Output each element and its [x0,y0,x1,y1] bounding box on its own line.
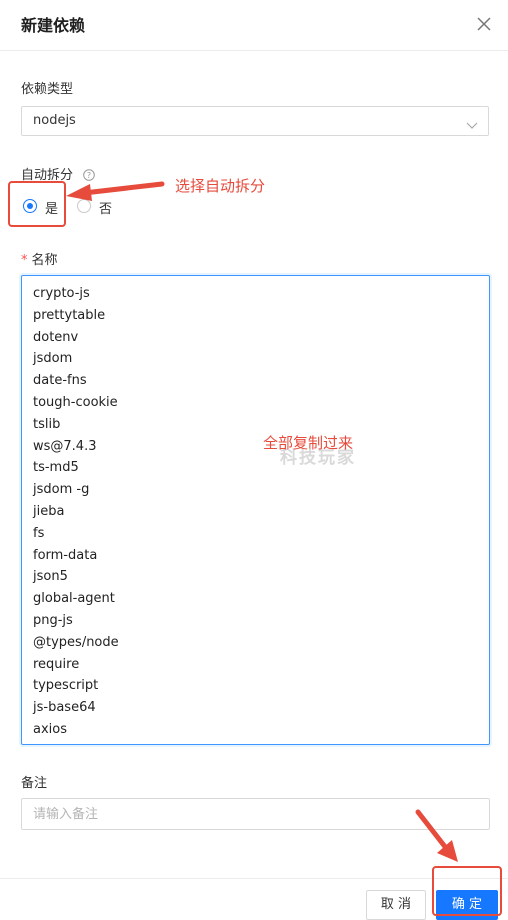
list-item: axios [33,721,67,737]
radio-no-label: 否 [99,202,113,217]
list-item: require [33,656,80,672]
list-item: js-base64 [33,700,96,716]
list-item: jieba [33,503,65,519]
list-item: crypto-js [33,286,90,301]
svg-text:?: ? [87,171,91,180]
list-item: tslib [33,416,61,432]
list-item: jsdom [33,351,73,367]
dep-type-label: 依赖类型 [21,82,74,97]
list-item: typescript [33,678,99,694]
close-icon[interactable] [472,12,496,36]
annotation-select-auto-split: 选择自动拆分 [175,177,266,195]
name-label-text: 名称 [31,253,58,268]
dep-type-value: nodejs [33,113,76,128]
list-item: ws@7.4.3 [33,438,97,454]
name-textarea[interactable]: crypto-js prettytable dotenv jsdom date-… [21,275,490,745]
radio-no[interactable]: 否 [77,198,117,217]
annotation-copy-all: 全部复制过来 [263,434,354,452]
annotation-box-ok [432,866,502,916]
chevron-down-icon [466,116,478,129]
list-item: json5 [33,569,68,585]
list-item: jsdom -g [33,482,90,498]
list-item: form-data [33,547,98,563]
dialog-header: 新建依赖 [0,0,508,51]
list-item: @types/node [33,634,119,650]
list-item: fs [33,525,45,541]
list-item: png-js [33,612,73,628]
dependency-list: crypto-js prettytable dotenv jsdom date-… [33,283,119,741]
list-item: ts-md5 [33,460,79,476]
note-label: 备注 [21,776,48,791]
note-input[interactable] [21,798,490,830]
list-item: dotenv [33,329,79,345]
annotation-box-radio [8,181,66,227]
list-item: prettytable [33,307,106,323]
dialog-title: 新建依赖 [21,16,86,35]
list-item: tough-cookie [33,394,118,410]
list-item: date-fns [33,373,87,389]
question-circle-icon[interactable]: ? [83,166,95,181]
list-item: global-agent [33,591,115,607]
radio-no-circle [77,199,91,213]
required-mark: * [21,253,28,268]
name-label: * 名称 [21,249,58,268]
dep-type-select[interactable]: nodejs [21,106,489,136]
